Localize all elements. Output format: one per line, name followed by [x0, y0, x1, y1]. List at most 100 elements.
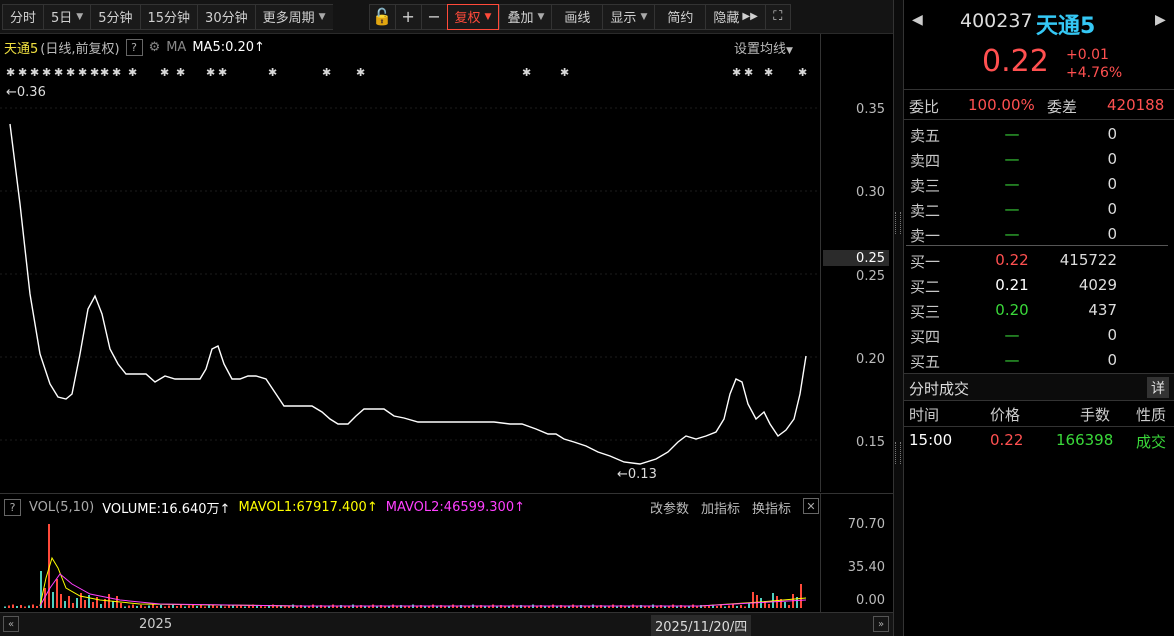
event-marker[interactable]: ✱	[218, 66, 227, 79]
chevron-down-icon: ▼	[76, 11, 84, 22]
volume-axis: 70.70 35.40 0.00	[820, 494, 893, 612]
event-marker[interactable]: ✱	[522, 66, 531, 79]
lock-icon[interactable]: 🔓	[368, 3, 395, 30]
event-marker[interactable]: ✱	[268, 66, 277, 79]
help-icon[interactable]: ?	[4, 499, 21, 516]
fullscreen-icon[interactable]: ⛶	[764, 3, 791, 30]
quote-panel: ◀ ▶ 400237 天通5 0.22 +0.01 +4.76% 委比 100.…	[903, 0, 1174, 636]
event-marker[interactable]: ✱	[206, 66, 215, 79]
event-marker[interactable]: ✱	[764, 66, 773, 79]
volume-bar	[740, 605, 742, 608]
volume-bar	[52, 592, 54, 608]
timeline-bar: « 2025 2025/11/20/四 »	[0, 612, 893, 636]
prev-stock-icon[interactable]: ◀	[912, 12, 923, 28]
event-marker[interactable]: ✱	[128, 66, 137, 79]
event-marker[interactable]: ✱	[732, 66, 741, 79]
volume-bar	[360, 605, 362, 608]
volume-bar	[276, 606, 278, 608]
period-more[interactable]: 更多周期 ▼	[254, 3, 333, 30]
draw-button[interactable]: 画线	[551, 3, 603, 30]
ask-volume: 0	[1107, 125, 1117, 143]
event-marker[interactable]: ✱	[30, 66, 39, 79]
ask-label: 卖五	[910, 127, 941, 145]
event-marker[interactable]: ✱	[798, 66, 807, 79]
volume-bar	[716, 606, 718, 608]
hide-label: 隐藏	[713, 11, 740, 26]
trades-columns: 时间 价格 手数 性质	[904, 402, 1174, 427]
volume-bar	[324, 606, 326, 608]
event-marker[interactable]: ✱	[100, 66, 109, 79]
ask-label: 卖四	[910, 152, 941, 170]
event-marker[interactable]: ✱	[42, 66, 51, 79]
scroll-left-icon[interactable]: «	[3, 616, 19, 632]
event-marker[interactable]: ✱	[744, 66, 753, 79]
y-label: 0.20	[856, 352, 885, 367]
period-5day[interactable]: 5日 ▼	[43, 3, 91, 30]
bid-price: —	[1004, 351, 1020, 369]
event-marker[interactable]: ✱	[160, 66, 169, 79]
ask-price: —	[1004, 225, 1020, 243]
volume-bar	[544, 606, 546, 608]
event-marker[interactable]: ✱	[18, 66, 27, 79]
adjust-label: 复权	[454, 11, 481, 26]
volume-bar	[188, 605, 190, 608]
scroll-right-icon[interactable]: »	[873, 616, 889, 632]
bid-volume: 0	[1107, 326, 1117, 344]
volume-bar	[660, 605, 662, 608]
period-5day-label: 5日	[51, 11, 73, 26]
overlay-button[interactable]: 叠加 ▼	[499, 3, 552, 30]
zoom-out-icon[interactable]: −	[420, 3, 447, 30]
next-stock-icon[interactable]: ▶	[1155, 12, 1166, 28]
chevron-down-icon: ▼	[484, 11, 492, 22]
period-30min[interactable]: 30分钟	[197, 3, 255, 30]
volume-bar	[24, 606, 26, 608]
grip-icon[interactable]	[895, 212, 901, 234]
event-marker[interactable]: ✱	[6, 66, 15, 79]
weicha-label: 委差	[1047, 98, 1078, 116]
period-minute[interactable]: 分时	[2, 3, 44, 30]
event-marker[interactable]: ✱	[78, 66, 87, 79]
volume-bar	[96, 597, 98, 608]
add-indicator-button[interactable]: 加指标	[701, 498, 740, 517]
change-indicator-button[interactable]: 换指标	[752, 498, 791, 517]
volume-bar	[200, 605, 202, 608]
volume-bar	[524, 606, 526, 608]
volume-chart[interactable]	[0, 518, 820, 610]
detail-button[interactable]: 详	[1147, 377, 1169, 398]
grip-icon[interactable]	[895, 442, 901, 464]
arrow-up-icon: ↑	[366, 500, 378, 515]
zoom-in-icon[interactable]: +	[394, 3, 421, 30]
event-marker[interactable]: ✱	[322, 66, 331, 79]
event-marker[interactable]: ✱	[54, 66, 63, 79]
volume-bar	[284, 606, 286, 608]
period-5min[interactable]: 5分钟	[90, 3, 140, 30]
bid-price: 0.20	[995, 301, 1029, 319]
ask-volume: 0	[1107, 200, 1117, 218]
panel-divider[interactable]	[893, 0, 903, 636]
simple-button[interactable]: 简约	[654, 3, 706, 30]
volume-bar	[728, 605, 730, 608]
event-marker[interactable]: ✱	[66, 66, 75, 79]
volume-bar	[8, 605, 10, 608]
event-marker[interactable]: ✱	[560, 66, 569, 79]
col-qty: 手数	[1080, 406, 1111, 424]
price-chart[interactable]: ✱ ✱ ✱ ✱ ✱ ✱ ✱ ✱ ✱ ✱ ✱ ✱ ✱ ✱ ✱ ✱ ✱ ✱ ✱ ✱ ✱ ✱ ✱ ✱ ←0.36 ←0.13	[0, 34, 820, 494]
event-marker[interactable]: ✱	[356, 66, 365, 79]
event-marker[interactable]: ✱	[176, 66, 185, 79]
display-button[interactable]: 显示 ▼	[602, 3, 655, 30]
volume-value: VOLUME:16.640万↑	[102, 498, 230, 517]
volume-info: ? VOL(5,10) VOLUME:16.640万↑ MAVOL1:67917…	[4, 498, 819, 517]
event-marker[interactable]: ✱	[112, 66, 121, 79]
close-icon[interactable]: ✕	[803, 498, 819, 514]
volume-bar	[484, 606, 486, 608]
event-marker[interactable]: ✱	[90, 66, 99, 79]
ask-row-2: 卖二 — 0	[904, 198, 1167, 223]
stock-code: 400237	[960, 10, 1033, 32]
weibi-label: 委比	[909, 98, 940, 116]
adjust-button[interactable]: 复权 ▼	[446, 3, 500, 30]
order-ratio: 委比 100.00% 委差 420188	[904, 90, 1174, 120]
col-price: 价格	[990, 406, 1021, 424]
period-15min[interactable]: 15分钟	[139, 3, 198, 30]
modify-params-button[interactable]: 改参数	[650, 498, 689, 517]
hide-button[interactable]: 隐藏 ▶▶	[705, 3, 765, 30]
